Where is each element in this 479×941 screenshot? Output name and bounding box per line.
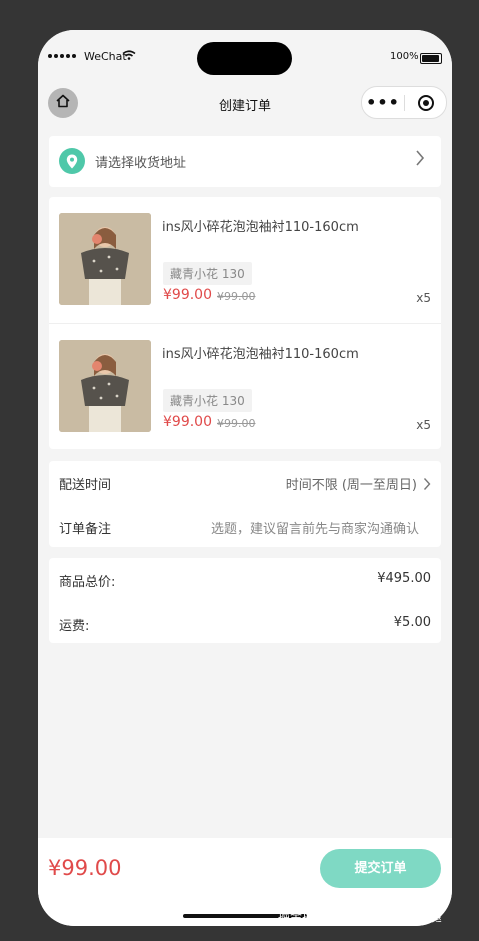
product-price: ¥99.00: [163, 287, 212, 303]
order-remark-row[interactable]: 订单备注 选题，建议留言前先与商家沟通确认: [59, 518, 431, 538]
delivery-time-label: 配送时间: [59, 478, 112, 493]
order-remark-input[interactable]: 选题，建议留言前先与商家沟通确认: [211, 518, 419, 537]
battery-percent: 100%: [390, 51, 419, 62]
product-price: ¥99.00: [163, 414, 212, 430]
watermark: 掘金技术社区 @ 爱泡脚的鸡腿: [278, 910, 442, 924]
product-spec: 藏青小花 130: [163, 389, 252, 412]
goods-total-label: 商品总价:: [59, 575, 116, 590]
price-summary: 商品总价: ¥495.00 运费: ¥5.00: [49, 558, 441, 643]
submit-order-button[interactable]: 提交订单: [320, 849, 441, 888]
shipping-fee-label: 运费:: [59, 619, 90, 634]
product-spec: 藏青小花 130: [163, 262, 252, 285]
order-remark-label: 订单备注: [59, 522, 112, 537]
goods-total-value: ¥495.00: [377, 571, 431, 586]
address-placeholder: 请选择收货地址: [95, 156, 187, 171]
chevron-right-icon: [423, 475, 431, 496]
nav-bar: 创建订单 •••: [38, 86, 452, 122]
signal-icon: [48, 54, 76, 58]
product-title: ins风小碎花泡泡袖衬110-160cm: [162, 347, 359, 362]
product-original-price: ¥99.00: [217, 290, 256, 303]
product-title: ins风小碎花泡泡袖衬110-160cm: [162, 220, 359, 235]
goods-list: ins风小碎花泡泡袖衬110-160cm 藏青小花 130 ¥99.00 ¥99…: [49, 197, 441, 449]
mini-program-capsule: •••: [361, 86, 447, 119]
chevron-right-icon: [415, 149, 425, 172]
product-item[interactable]: ins风小碎花泡泡袖衬110-160cm 藏青小花 130 ¥99.00 ¥99…: [49, 323, 441, 450]
product-item[interactable]: ins风小碎花泡泡袖衬110-160cm 藏青小花 130 ¥99.00 ¥99…: [49, 197, 441, 323]
location-pin-icon: [59, 148, 85, 174]
address-selector[interactable]: 请选择收货地址: [49, 136, 441, 187]
goods-total-row: 商品总价: ¥495.00: [59, 571, 431, 591]
order-total: ¥99.00: [48, 856, 122, 880]
dynamic-island: [197, 42, 292, 75]
status-bar: WeChat 100%: [38, 30, 452, 86]
shipping-fee-value: ¥5.00: [393, 615, 431, 630]
order-options: 配送时间 时间不限 (周一至周日) 订单备注 选题，建议留言前先与商家沟通确认: [49, 461, 441, 547]
carrier-label: WeChat: [84, 50, 127, 63]
more-dots-icon[interactable]: •••: [362, 93, 404, 112]
wifi-icon: [122, 50, 136, 63]
product-quantity: x5: [416, 291, 431, 305]
product-image: [59, 213, 151, 305]
delivery-time-row[interactable]: 配送时间 时间不限 (周一至周日): [59, 474, 431, 494]
product-original-price: ¥99.00: [217, 417, 256, 430]
close-mini-program-button[interactable]: [405, 94, 446, 111]
product-image: [59, 340, 151, 432]
shipping-fee-row: 运费: ¥5.00: [59, 615, 431, 635]
battery-icon: [420, 53, 442, 64]
phone-frame: WeChat 100% 创建订单 ••• 请选择收货地址 ins风小碎花泡泡袖衬…: [38, 30, 452, 926]
delivery-time-value: 时间不限 (周一至周日): [285, 478, 417, 493]
target-icon: [417, 94, 434, 111]
product-quantity: x5: [416, 418, 431, 432]
